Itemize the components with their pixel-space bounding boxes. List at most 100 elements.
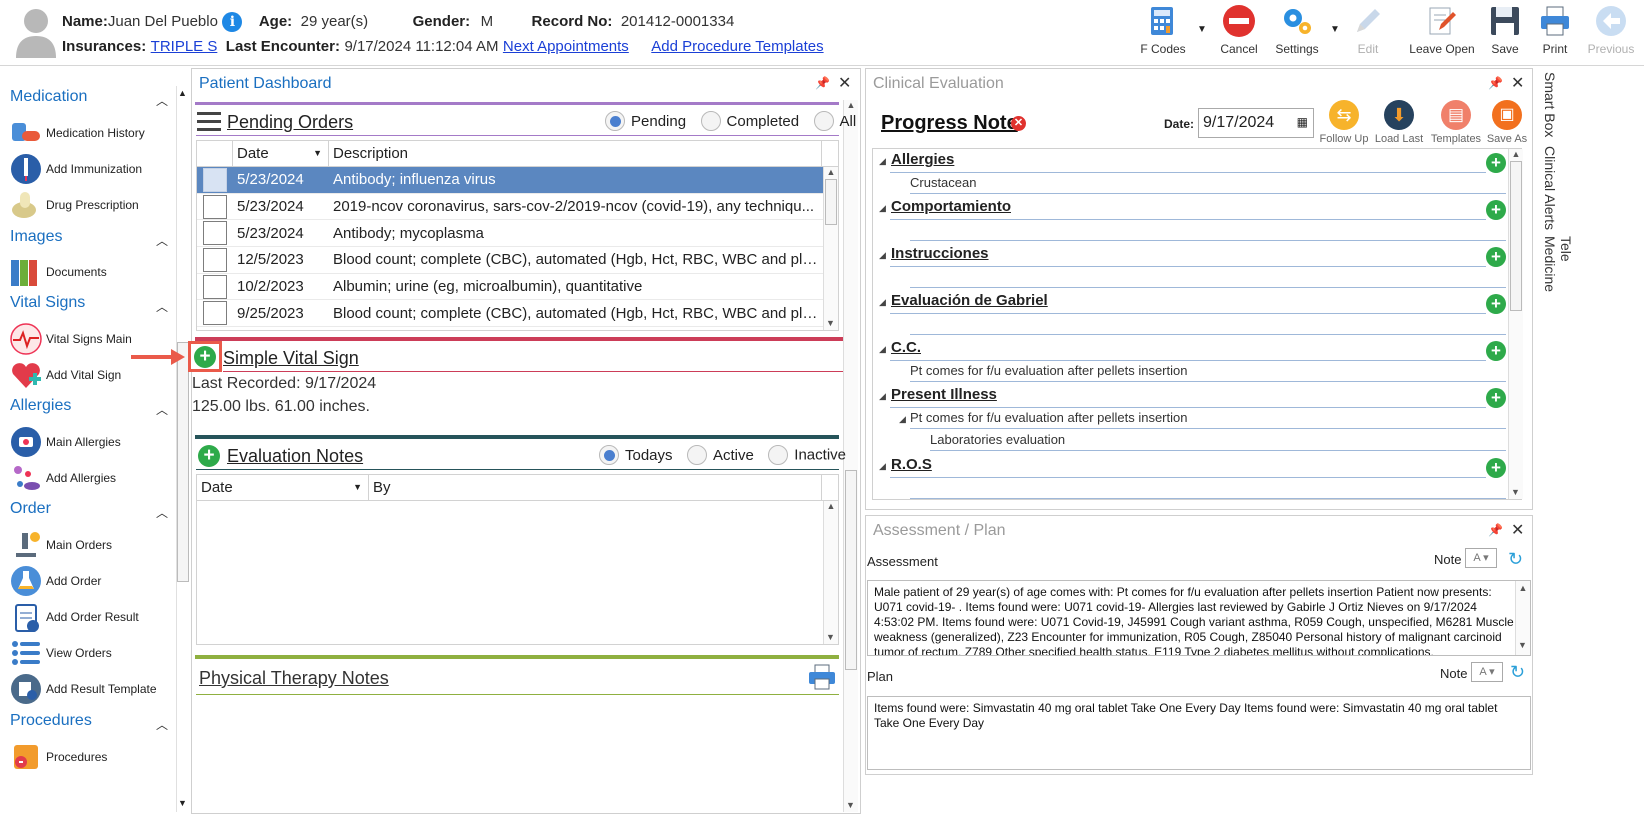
column-header-by[interactable]: By <box>369 475 822 500</box>
date-input[interactable]: 9/17/2024 ▦ <box>1198 108 1314 138</box>
tab-tele-medicine[interactable]: Tele Medicine <box>1542 236 1574 320</box>
follow-up-button[interactable]: ⇆ Follow Up <box>1318 100 1370 145</box>
scroll-up-icon[interactable]: ▲ <box>1509 149 1523 159</box>
scroll-down-icon[interactable]: ▼ <box>178 798 187 808</box>
radio-completed[interactable] <box>700 111 721 131</box>
sort-dropdown-icon[interactable]: ▼ <box>313 148 322 158</box>
clinical-scrollbar[interactable]: ▲ ▼ <box>1508 149 1523 499</box>
tab-smart-box[interactable]: Smart Box <box>1542 72 1558 137</box>
collapse-caret-icon[interactable]: ◢ <box>879 156 886 167</box>
chevron-up-icon[interactable]: ︿ <box>156 232 168 249</box>
orders-scrollbar[interactable]: ▲ ▼ <box>823 167 838 330</box>
collapse-caret-icon[interactable]: ◢ <box>879 203 886 214</box>
radio-pending[interactable] <box>605 111 625 131</box>
clinical-section-title[interactable]: Allergies <box>891 151 954 168</box>
plan-note-dropdown[interactable]: A ▾ <box>1471 662 1503 682</box>
templates-button[interactable]: ▤ Templates <box>1428 100 1484 145</box>
add-section-plus-icon[interactable]: + <box>1486 247 1506 267</box>
column-header-date[interactable]: Date ▼ <box>197 475 369 500</box>
calendar-icon[interactable]: ▦ <box>1297 115 1308 129</box>
collapse-caret-icon[interactable]: ◢ <box>879 391 886 402</box>
row-checkbox[interactable] <box>197 301 233 326</box>
chevron-up-icon[interactable]: ︿ <box>156 504 168 521</box>
nav-item-medication-history[interactable]: Medication History <box>10 116 145 150</box>
scroll-up-icon[interactable]: ▲ <box>844 100 858 110</box>
refresh-icon[interactable]: ↻ <box>1510 662 1525 683</box>
close-icon[interactable]: ✕ <box>1511 73 1524 93</box>
chevron-up-icon[interactable]: ︿ <box>156 716 168 733</box>
collapse-caret-icon[interactable]: ◢ <box>879 250 886 261</box>
nav-item-add-immunization[interactable]: Add Immunization <box>10 152 142 186</box>
chevron-up-icon[interactable]: ︿ <box>156 401 168 418</box>
nav-item-main-allergies[interactable]: Main Allergies <box>10 425 121 459</box>
nav-section-images[interactable]: Images <box>10 228 62 246</box>
orders-scroll-thumb[interactable] <box>825 179 837 225</box>
column-header-date[interactable]: Date ▼ <box>233 141 329 166</box>
collapse-caret-icon[interactable]: ◢ <box>879 461 886 472</box>
refresh-icon[interactable]: ↻ <box>1508 549 1523 570</box>
hamburger-menu-icon[interactable] <box>197 111 221 136</box>
table-row[interactable]: 9/25/2023 Blood count; complete (CBC), au… <box>197 300 823 328</box>
clinical-line[interactable]: Laboratories evaluation <box>930 432 1065 447</box>
clinical-section-title[interactable]: Instrucciones <box>891 245 989 262</box>
nav-section-medication[interactable]: Medication <box>10 88 87 106</box>
nav-item-vital-signs-main[interactable]: Vital Signs Main <box>10 322 132 356</box>
table-row[interactable]: 5/23/2024 Antibody; influenza virus <box>197 167 823 194</box>
row-checkbox[interactable] <box>197 167 233 192</box>
clinical-scroll-thumb[interactable] <box>1510 161 1522 311</box>
fcodes-button[interactable]: F Codes <box>1132 4 1194 56</box>
radio-all[interactable] <box>813 111 834 131</box>
info-icon[interactable]: i <box>222 12 243 32</box>
column-header-description[interactable]: Description <box>329 141 822 166</box>
clinical-section-title[interactable]: Evaluación de Gabriel <box>891 292 1048 309</box>
scroll-down-icon[interactable]: ▼ <box>1518 638 1527 653</box>
nav-item-add-order-result[interactable]: Add Order Result <box>10 600 139 634</box>
table-row[interactable]: 10/2/2023 Albumin; urine (eg, microalbumi… <box>197 274 823 301</box>
assessment-note-dropdown[interactable]: A ▾ <box>1465 548 1497 568</box>
clinical-section-title[interactable]: R.O.S <box>891 456 932 473</box>
add-evaluation-plus-icon[interactable]: + <box>198 445 220 467</box>
table-row[interactable]: 5/23/2024 2019-ncov coronavirus, sars-cov… <box>197 194 823 221</box>
collapse-caret-icon[interactable]: ◢ <box>879 297 886 308</box>
nav-section-allergies[interactable]: Allergies <box>10 397 71 415</box>
close-icon[interactable]: ✕ <box>1511 520 1524 540</box>
clinical-line[interactable]: Crustacean <box>910 175 976 190</box>
remove-note-icon[interactable]: ✕ <box>1011 116 1026 131</box>
cancel-button[interactable]: Cancel <box>1208 4 1270 56</box>
pin-icon[interactable]: 📌 <box>1488 76 1503 90</box>
printer-icon[interactable] <box>808 664 836 695</box>
scroll-down-icon[interactable]: ▼ <box>826 632 835 642</box>
nav-item-add-order[interactable]: Add Order <box>10 564 101 598</box>
pin-icon[interactable]: 📌 <box>815 76 830 90</box>
add-vital-sign-plus-icon[interactable]: + <box>194 346 216 368</box>
radio-active[interactable] <box>686 445 707 465</box>
add-section-plus-icon[interactable]: + <box>1486 200 1506 220</box>
next-appointments-link[interactable]: Next Appointments <box>503 38 629 55</box>
nav-item-main-orders[interactable]: Main Orders <box>10 528 112 562</box>
add-section-plus-icon[interactable]: + <box>1486 294 1506 314</box>
nav-item-procedures[interactable]: Procedures <box>10 740 107 774</box>
clinical-section-title[interactable]: C.C. <box>891 339 921 356</box>
pin-icon[interactable]: 📌 <box>1488 523 1503 537</box>
clinical-line[interactable]: Pt comes for f/u evaluation after pellet… <box>910 410 1187 425</box>
nav-item-drug-prescription[interactable]: Drug Prescription <box>10 188 139 222</box>
radio-todays[interactable] <box>599 445 619 465</box>
insurance-link[interactable]: TRIPLE S <box>151 38 218 55</box>
chevron-up-icon[interactable]: ︿ <box>156 298 168 315</box>
scroll-up-icon[interactable]: ▲ <box>178 88 187 98</box>
scroll-up-icon[interactable]: ▲ <box>824 167 838 177</box>
add-section-plus-icon[interactable]: + <box>1486 153 1506 173</box>
nav-item-documents[interactable]: Documents <box>10 255 107 289</box>
row-checkbox[interactable] <box>197 274 233 299</box>
radio-inactive[interactable] <box>768 445 789 465</box>
nav-scroll-thumb[interactable] <box>177 342 189 582</box>
edit-button[interactable]: Edit <box>1337 4 1399 56</box>
add-section-plus-icon[interactable]: + <box>1486 388 1506 408</box>
clinical-section-title[interactable]: Comportamiento <box>891 198 1011 215</box>
add-section-plus-icon[interactable]: + <box>1486 341 1506 361</box>
table-row[interactable]: 12/5/2023 Blood count; complete (CBC), au… <box>197 247 823 274</box>
plan-textarea[interactable]: Items found were: Simvastatin 40 mg oral… <box>867 696 1531 770</box>
chevron-up-icon[interactable]: ︿ <box>156 92 168 109</box>
clinical-section-title[interactable]: Present Illness <box>891 386 997 403</box>
leave-open-button[interactable]: Leave Open <box>1404 4 1480 56</box>
